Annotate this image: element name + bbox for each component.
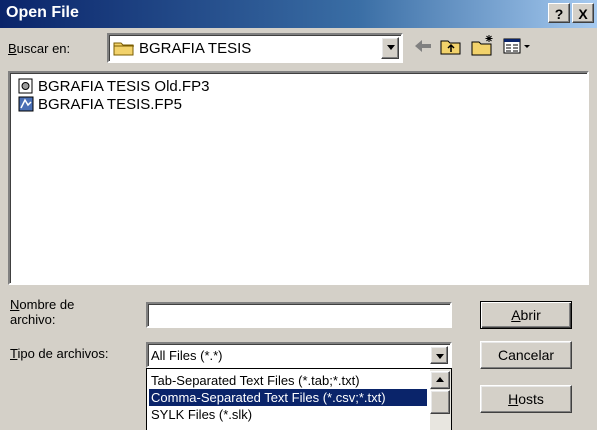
window-title: Open File [6,4,79,21]
new-folder-icon[interactable] [471,34,495,59]
folder-icon [113,40,135,59]
fp5-file-icon [18,96,34,112]
dropdown-option[interactable] [149,423,427,430]
filetype-dropdown-list[interactable]: Tab-Separated Text Files (*.tab;*.txt) C… [146,368,452,430]
lookin-label: Buscar en: [8,41,71,56]
scroll-thumb[interactable] [430,390,450,414]
scroll-up-button[interactable] [430,371,450,389]
file-list[interactable]: BGRAFIA TESIS Old.FP3 BGRAFIA TESIS.FP5 [8,71,589,285]
list-item[interactable]: BGRAFIA TESIS.FP5 [18,95,182,113]
dropdown-option[interactable]: SYLK Files (*.slk) [149,406,427,423]
help-button[interactable]: ? [548,3,570,23]
title-bar: Open File ? X [0,0,597,28]
file-name: BGRAFIA TESIS.FP5 [38,95,182,113]
fp3-file-icon [18,78,34,94]
back-arrow-icon[interactable] [413,37,433,58]
dropdown-scrollbar[interactable] [430,369,451,430]
file-name: BGRAFIA TESIS Old.FP3 [38,77,210,95]
cancel-button[interactable]: Cancelar [480,341,572,369]
up-folder-icon[interactable] [440,36,462,59]
lookin-dropdown-button[interactable] [381,37,399,59]
filename-label: Nombre de archivo: [10,297,75,327]
lookin-combo[interactable]: BGRAFIA TESIS [107,33,403,63]
dropdown-option[interactable]: Tab-Separated Text Files (*.tab;*.txt) [149,372,427,389]
filetype-label: Tipo de archivos: [10,346,109,361]
view-menu-icon[interactable] [503,37,533,58]
dropdown-option-selected[interactable]: Comma-Separated Text Files (*.csv;*.txt) [149,389,427,406]
list-item[interactable]: BGRAFIA TESIS Old.FP3 [18,77,209,95]
close-button[interactable]: X [572,3,594,23]
chevron-up-icon [436,377,444,382]
filetype-dropdown-button[interactable] [430,346,448,364]
filetype-combo[interactable]: All Files (*.*) [146,342,452,368]
open-button[interactable]: Abrir [480,301,572,329]
hosts-button[interactable]: Hosts [480,385,572,413]
lookin-folder-name: BGRAFIA TESIS [139,40,252,57]
filetype-value: All Files (*.*) [151,348,223,363]
filename-input[interactable] [146,302,452,328]
